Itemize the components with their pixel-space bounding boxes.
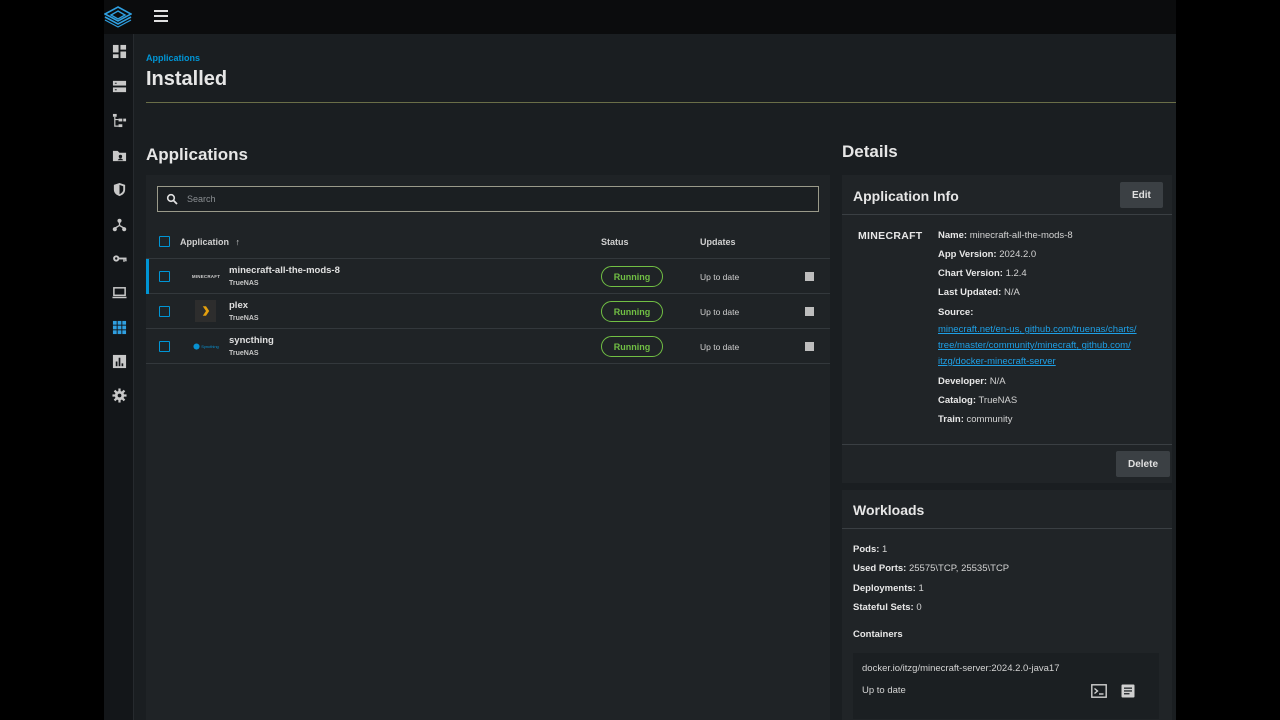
status-badge: Running bbox=[601, 301, 663, 322]
app-catalog: TrueNAS bbox=[229, 350, 259, 357]
delete-button[interactable]: Delete bbox=[1116, 451, 1171, 477]
plex-logo-icon bbox=[195, 300, 216, 322]
select-all-checkbox[interactable] bbox=[159, 236, 170, 247]
workload-pods: Pods: 1 bbox=[853, 544, 888, 555]
application-info-title: Application Info bbox=[853, 188, 959, 204]
updates-status: Up to date bbox=[700, 342, 740, 352]
status-badge: Running bbox=[601, 336, 663, 357]
nav-system-settings-gear-icon[interactable] bbox=[104, 380, 134, 410]
updates-status: Up to date bbox=[700, 307, 740, 317]
logs-document-icon[interactable] bbox=[1120, 684, 1136, 698]
search-input[interactable] bbox=[187, 190, 807, 208]
table-row[interactable]: MINECRAFT minecraft-all-the-mods-8 TrueN… bbox=[146, 259, 830, 294]
nav-reporting-chart-icon[interactable] bbox=[104, 346, 134, 376]
nav-network-icon[interactable] bbox=[104, 209, 134, 239]
container-status: Up to date bbox=[862, 685, 906, 696]
source-link[interactable]: itzg/docker-minecraft-server bbox=[938, 356, 1056, 367]
syncthing-logo-icon: Syncthing bbox=[193, 335, 219, 357]
row-checkbox[interactable] bbox=[159, 306, 170, 317]
source-link[interactable]: github.com/ bbox=[1082, 340, 1131, 351]
edit-button[interactable]: Edit bbox=[1120, 182, 1163, 208]
info-train: Train: community bbox=[938, 414, 1013, 425]
page-title: Installed bbox=[146, 68, 228, 90]
card-divider bbox=[842, 444, 1172, 445]
breadcrumb[interactable]: Applications bbox=[146, 53, 200, 63]
applications-table-panel: Application ↑ Status Updates MINECRAFT m… bbox=[146, 175, 830, 720]
nav-data-protection-icon[interactable] bbox=[104, 174, 134, 204]
nav-apps-grid-icon[interactable] bbox=[104, 312, 134, 342]
stop-icon[interactable] bbox=[805, 307, 814, 316]
app-name: syncthing bbox=[229, 335, 274, 346]
table-row[interactable]: plex TrueNAS Running Up to date bbox=[146, 294, 830, 329]
hamburger-menu-icon[interactable] bbox=[154, 10, 168, 22]
source-links-line-1: minecraft.net/en-us, github.com/truenas/… bbox=[938, 324, 1137, 335]
workloads-card: Workloads Pods: 1 Used Ports: 25575\TCP,… bbox=[842, 490, 1172, 720]
source-link[interactable]: tree/master/community/minecraft bbox=[938, 340, 1076, 351]
workload-deployments: Deployments: 1 bbox=[853, 583, 924, 594]
row-checkbox[interactable] bbox=[159, 341, 170, 352]
info-developer: Developer: N/A bbox=[938, 376, 1006, 387]
column-header-application-label: Application bbox=[180, 237, 229, 247]
app-catalog: TrueNAS bbox=[229, 315, 259, 322]
source-links-line-2: tree/master/community/minecraft, github.… bbox=[938, 340, 1131, 351]
nav-credentials-key-icon[interactable] bbox=[104, 243, 134, 273]
info-last-updated: Last Updated: N/A bbox=[938, 287, 1020, 298]
app-window: Applications Installed Applications Appl… bbox=[104, 0, 1176, 720]
column-header-updates: Updates bbox=[700, 237, 736, 247]
nav-shares-icon[interactable] bbox=[104, 140, 134, 170]
source-link[interactable]: github.com/truenas/charts/ bbox=[1025, 324, 1137, 335]
nav-storage-icon[interactable] bbox=[104, 71, 134, 101]
container-item: docker.io/itzg/minecraft-server:2024.2.0… bbox=[853, 653, 1159, 719]
table-row[interactable]: Syncthing syncthing TrueNAS Running Up t… bbox=[146, 329, 830, 364]
workloads-title: Workloads bbox=[853, 502, 925, 518]
application-info-card: Application Info Edit MINECRAFT Name: mi… bbox=[842, 175, 1172, 483]
header-divider bbox=[146, 102, 1176, 103]
app-catalog: TrueNAS bbox=[229, 280, 259, 287]
status-badge: Running bbox=[601, 266, 663, 287]
app-name: minecraft-all-the-mods-8 bbox=[229, 265, 340, 276]
info-source-label: Source: bbox=[938, 307, 974, 318]
column-header-application[interactable]: Application ↑ bbox=[180, 237, 240, 247]
truenas-logo-icon[interactable] bbox=[104, 6, 133, 28]
updates-status: Up to date bbox=[700, 272, 740, 282]
search-icon bbox=[166, 193, 178, 205]
nav-datasets-icon[interactable] bbox=[104, 105, 134, 135]
info-app-version: App Version: 2024.2.0 bbox=[938, 249, 1037, 260]
minecraft-logo-icon: MINECRAFT bbox=[191, 273, 221, 279]
containers-label: Containers bbox=[853, 629, 903, 640]
workload-stateful-sets: Stateful Sets: 0 bbox=[853, 602, 922, 613]
info-name: Name: minecraft-all-the-mods-8 bbox=[938, 230, 1073, 241]
workload-used-ports: Used Ports: 25575\TCP, 25535\TCP bbox=[853, 563, 1010, 574]
stop-icon[interactable] bbox=[805, 272, 814, 281]
card-divider bbox=[842, 528, 1172, 529]
nav-dashboard-icon[interactable] bbox=[104, 36, 134, 66]
nav-virtualization-laptop-icon[interactable] bbox=[104, 277, 134, 307]
stop-icon[interactable] bbox=[805, 342, 814, 351]
card-divider bbox=[842, 214, 1172, 215]
row-checkbox[interactable] bbox=[159, 271, 170, 282]
column-header-status: Status bbox=[601, 237, 629, 247]
search-field[interactable] bbox=[157, 186, 819, 212]
side-nav bbox=[104, 34, 134, 720]
container-image: docker.io/itzg/minecraft-server:2024.2.0… bbox=[862, 663, 1060, 674]
source-link[interactable]: minecraft.net/en-us bbox=[938, 324, 1019, 335]
details-section-title: Details bbox=[842, 142, 898, 161]
info-chart-version: Chart Version: 1.2.4 bbox=[938, 268, 1027, 279]
sort-ascending-icon: ↑ bbox=[235, 237, 241, 247]
top-bar bbox=[104, 0, 1176, 34]
app-name: plex bbox=[229, 300, 249, 311]
applications-section-title: Applications bbox=[146, 145, 249, 164]
minecraft-logo-icon: MINECRAFT bbox=[858, 230, 923, 242]
terminal-shell-icon[interactable] bbox=[1091, 684, 1107, 698]
info-catalog: Catalog: TrueNAS bbox=[938, 395, 1018, 406]
